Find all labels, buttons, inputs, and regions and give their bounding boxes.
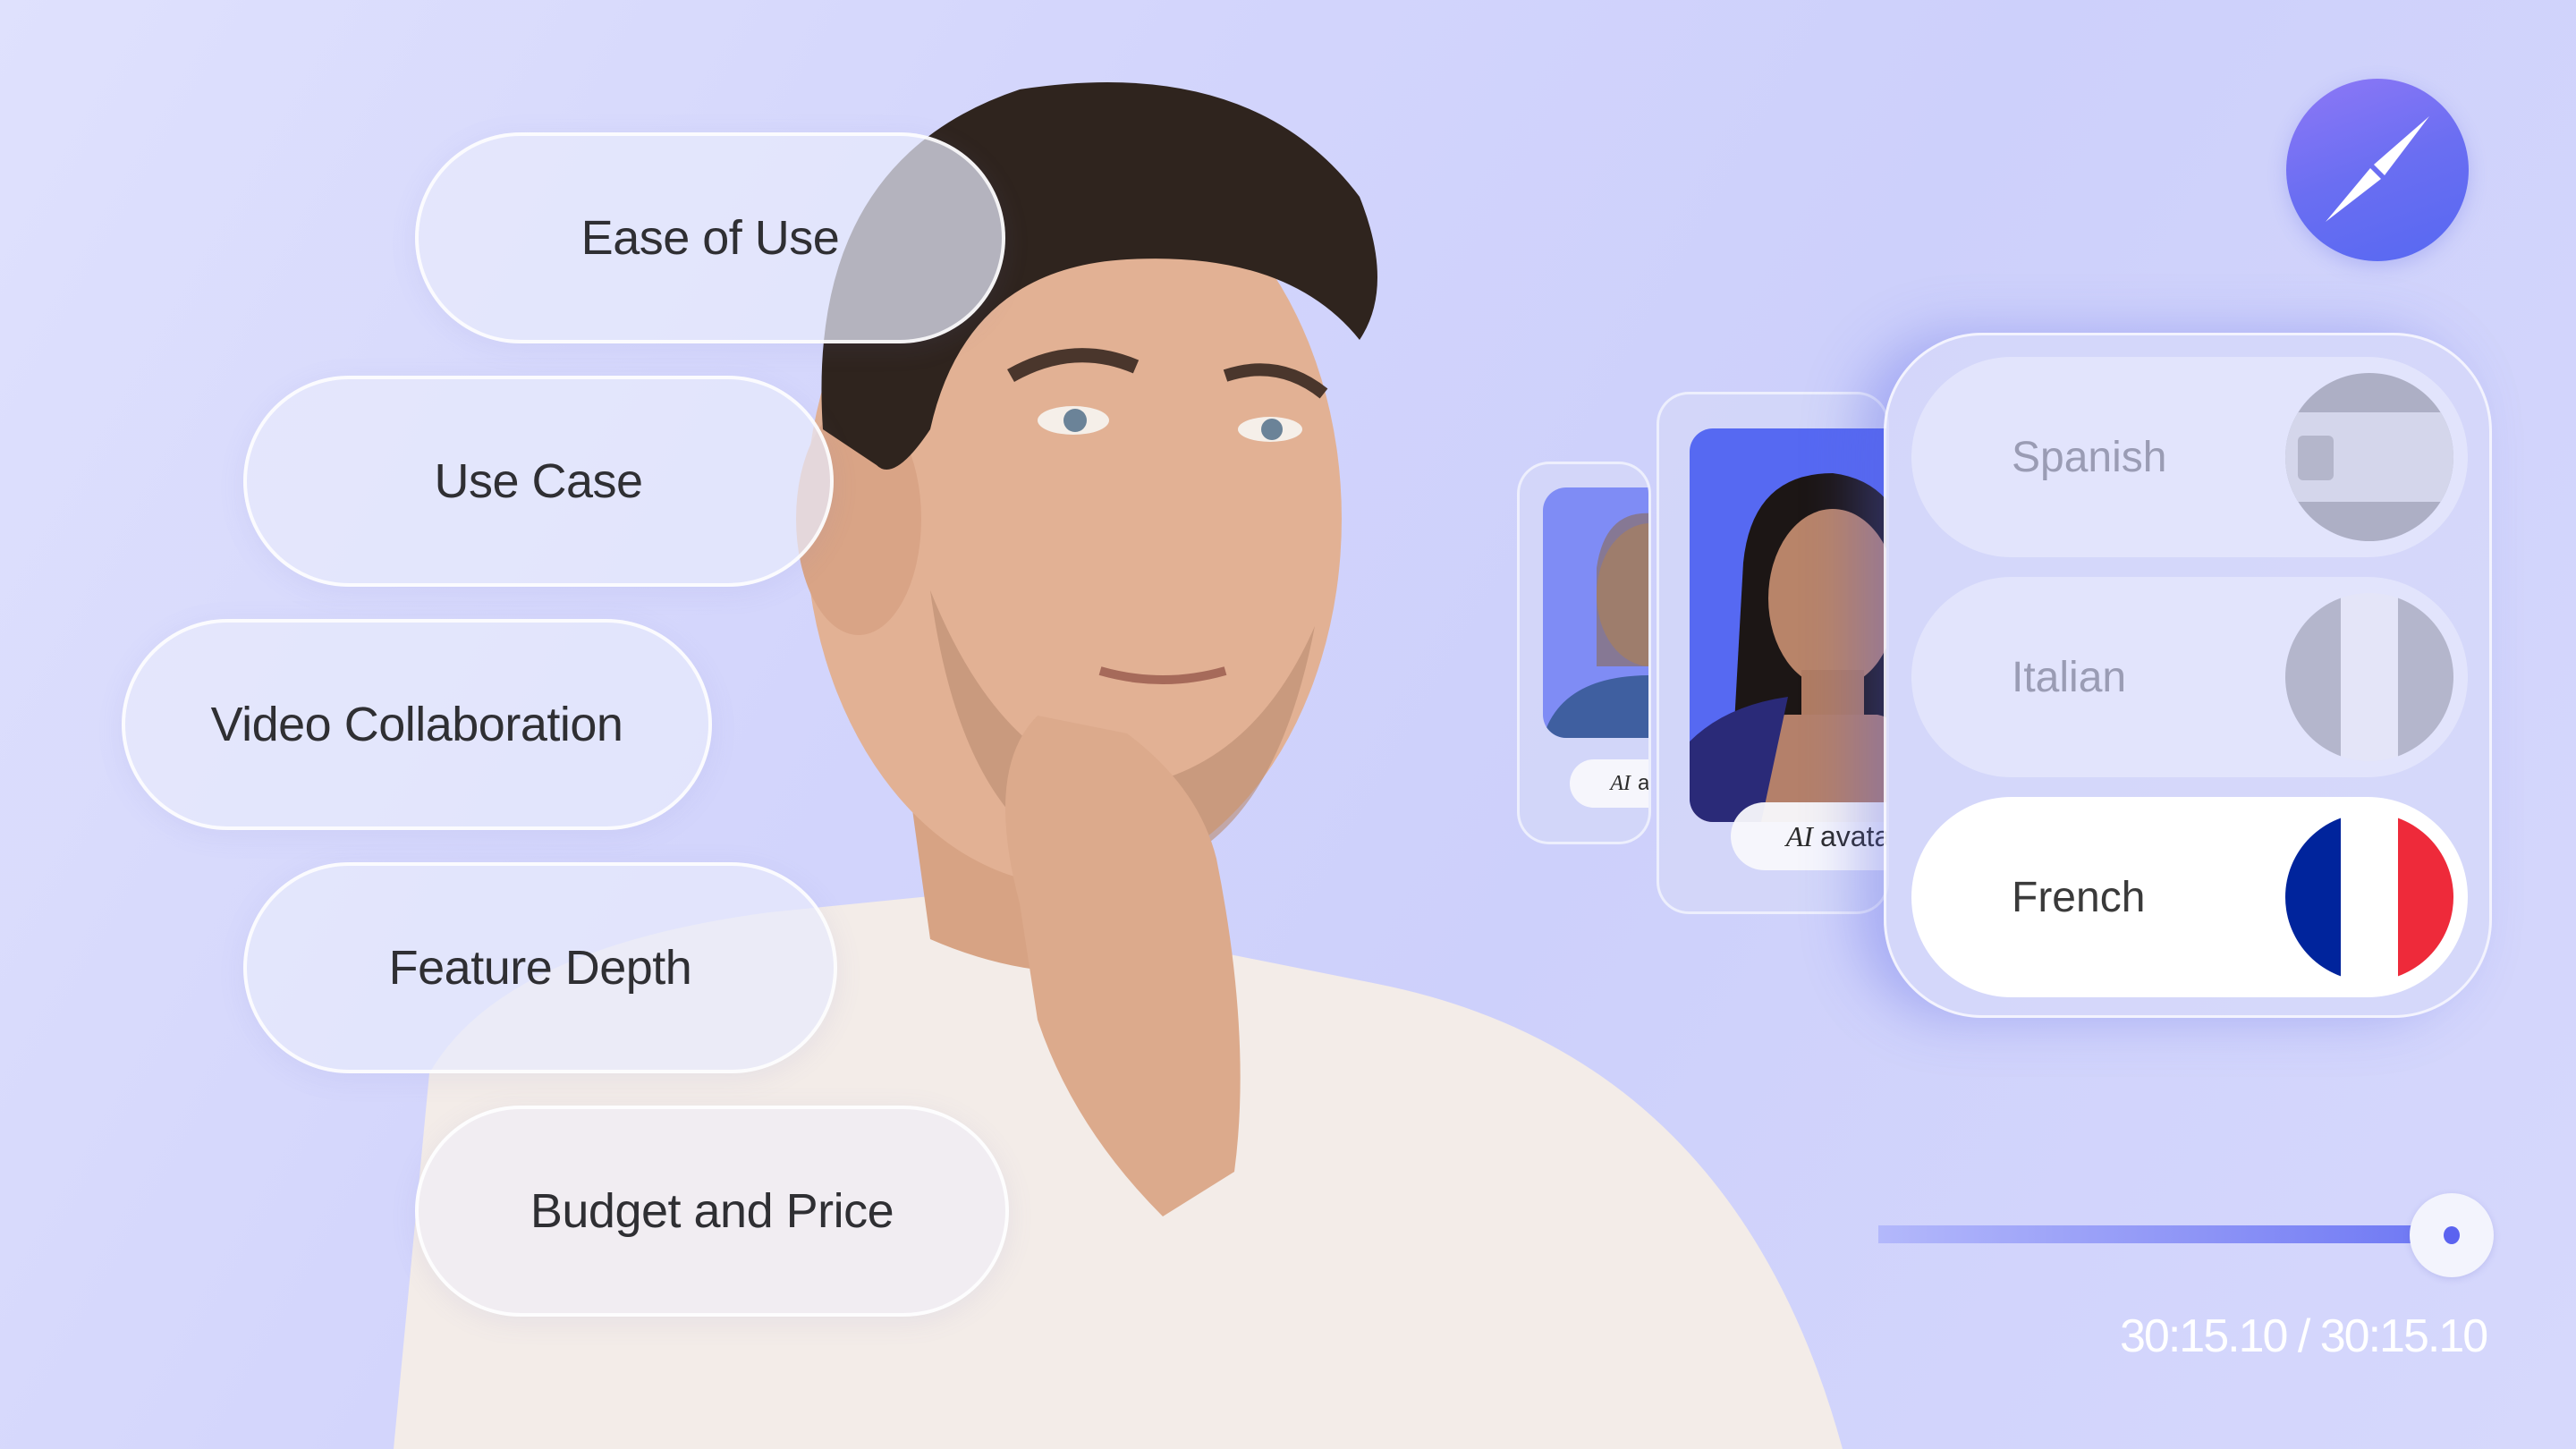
tag-text: avata (1819, 819, 1889, 852)
compass-icon (2326, 116, 2429, 222)
criteria-pill-budget-and-price[interactable]: Budget and Price (415, 1106, 1009, 1317)
avatar-card-front[interactable]: AI avata (1657, 392, 1889, 914)
progress-thumb[interactable] (2410, 1193, 2494, 1277)
pill-label: Feature Depth (388, 941, 692, 995)
language-label: Italian (2012, 653, 2127, 701)
language-selector: Spanish Italian French (1884, 333, 2492, 1018)
france-flag-icon (2285, 813, 2453, 981)
language-option-french[interactable]: French (1911, 797, 2468, 997)
pill-label: Use Case (434, 454, 643, 508)
avatar-photo (1690, 428, 1886, 822)
avatar-card-back[interactable]: AI ava (1517, 462, 1651, 844)
tag-text: ava (1637, 771, 1650, 795)
spain-flag-icon (2285, 373, 2453, 541)
pill-label: Video Collaboration (210, 698, 623, 751)
avatar-woman-dark-hair-image (1690, 473, 1886, 822)
criteria-pill-video-collaboration[interactable]: Video Collaboration (122, 619, 712, 830)
pill-label: Budget and Price (530, 1184, 894, 1238)
language-option-italian[interactable]: Italian (1911, 577, 2468, 777)
avatar-woman-blonde-image (1543, 513, 1648, 738)
language-option-spanish[interactable]: Spanish (1911, 357, 2468, 557)
pill-label: Ease of Use (580, 211, 840, 265)
criteria-pill-ease-of-use[interactable]: Ease of Use (415, 132, 1005, 343)
criteria-pill-feature-depth[interactable]: Feature Depth (243, 862, 837, 1073)
time-readout: 30:15.10 / 30:15.10 (2120, 1310, 2488, 1362)
tag-ai: AI (1610, 771, 1631, 795)
compass-button[interactable] (2286, 79, 2469, 261)
avatar-tag: AI ava (1570, 759, 1650, 808)
tag-ai: AI (1785, 819, 1813, 852)
criteria-pill-use-case[interactable]: Use Case (243, 376, 834, 587)
avatar-tag: AI avata (1731, 802, 1889, 870)
language-label: French (2012, 873, 2146, 921)
progress-track[interactable] (1878, 1225, 2433, 1243)
italy-flag-icon (2285, 593, 2453, 761)
language-label: Spanish (2012, 433, 2167, 481)
avatar-photo (1543, 487, 1648, 738)
